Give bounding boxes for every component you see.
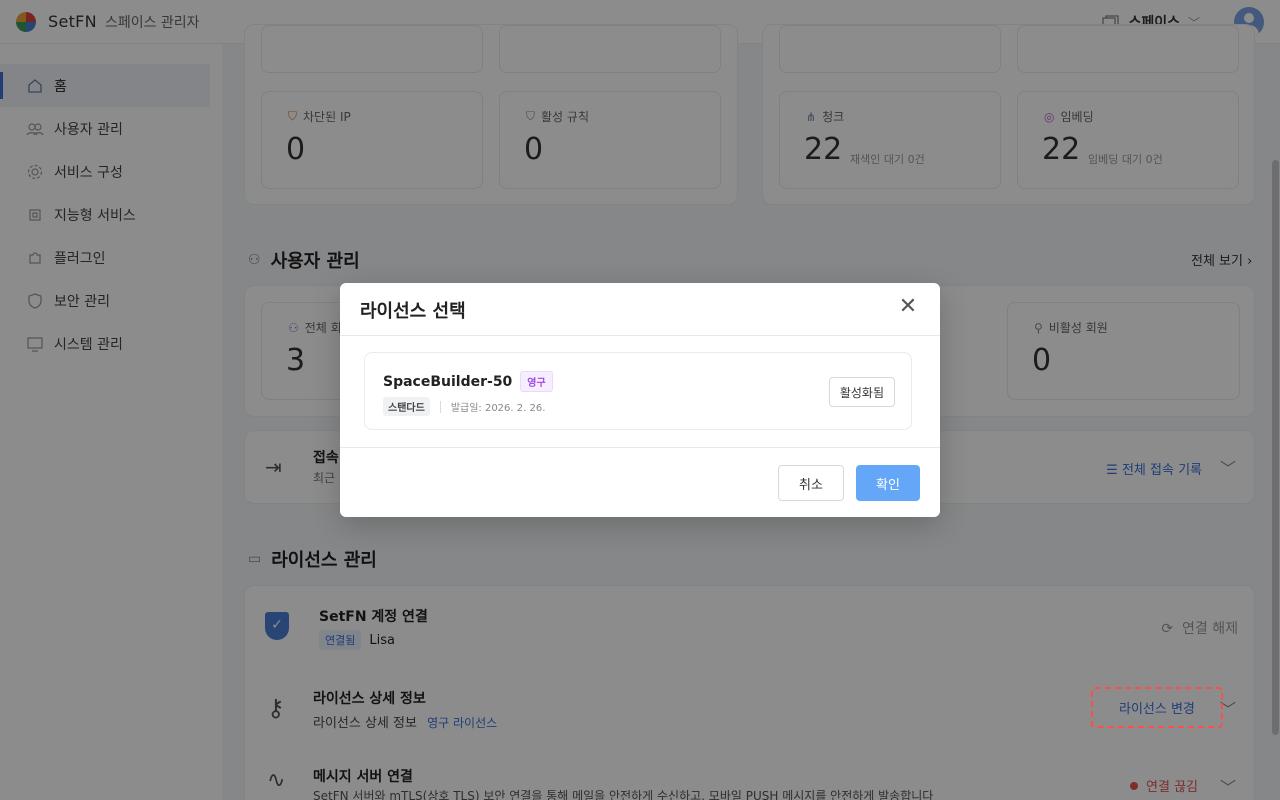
license-option-card[interactable]: SpaceBuilder-50 영구 스탠다드 발급일: 2026. 2. 26… bbox=[364, 352, 912, 430]
license-name: SpaceBuilder-50 bbox=[383, 373, 513, 390]
activated-button[interactable]: 활성화됨 bbox=[828, 377, 895, 407]
license-issued-date: 발급일: 2026. 2. 26. bbox=[450, 403, 546, 414]
license-meta: 스탠다드 발급일: 2026. 2. 26. bbox=[383, 397, 545, 416]
divider bbox=[340, 335, 940, 336]
divider bbox=[340, 447, 940, 448]
close-icon[interactable]: ✕ bbox=[898, 296, 918, 318]
divider bbox=[439, 400, 441, 413]
confirm-button[interactable]: 확인 bbox=[856, 465, 920, 501]
highlight-box bbox=[1091, 687, 1223, 728]
cancel-button[interactable]: 취소 bbox=[778, 465, 844, 501]
license-tier-badge: 스탠다드 bbox=[383, 397, 430, 416]
license-term-badge: 영구 bbox=[520, 371, 553, 392]
modal-title: 라이선스 선택 bbox=[360, 301, 466, 322]
license-name-row: SpaceBuilder-50 영구 bbox=[383, 371, 553, 392]
license-select-modal: 라이선스 선택 ✕ SpaceBuilder-50 영구 스탠다드 발급일: 2… bbox=[340, 283, 940, 517]
